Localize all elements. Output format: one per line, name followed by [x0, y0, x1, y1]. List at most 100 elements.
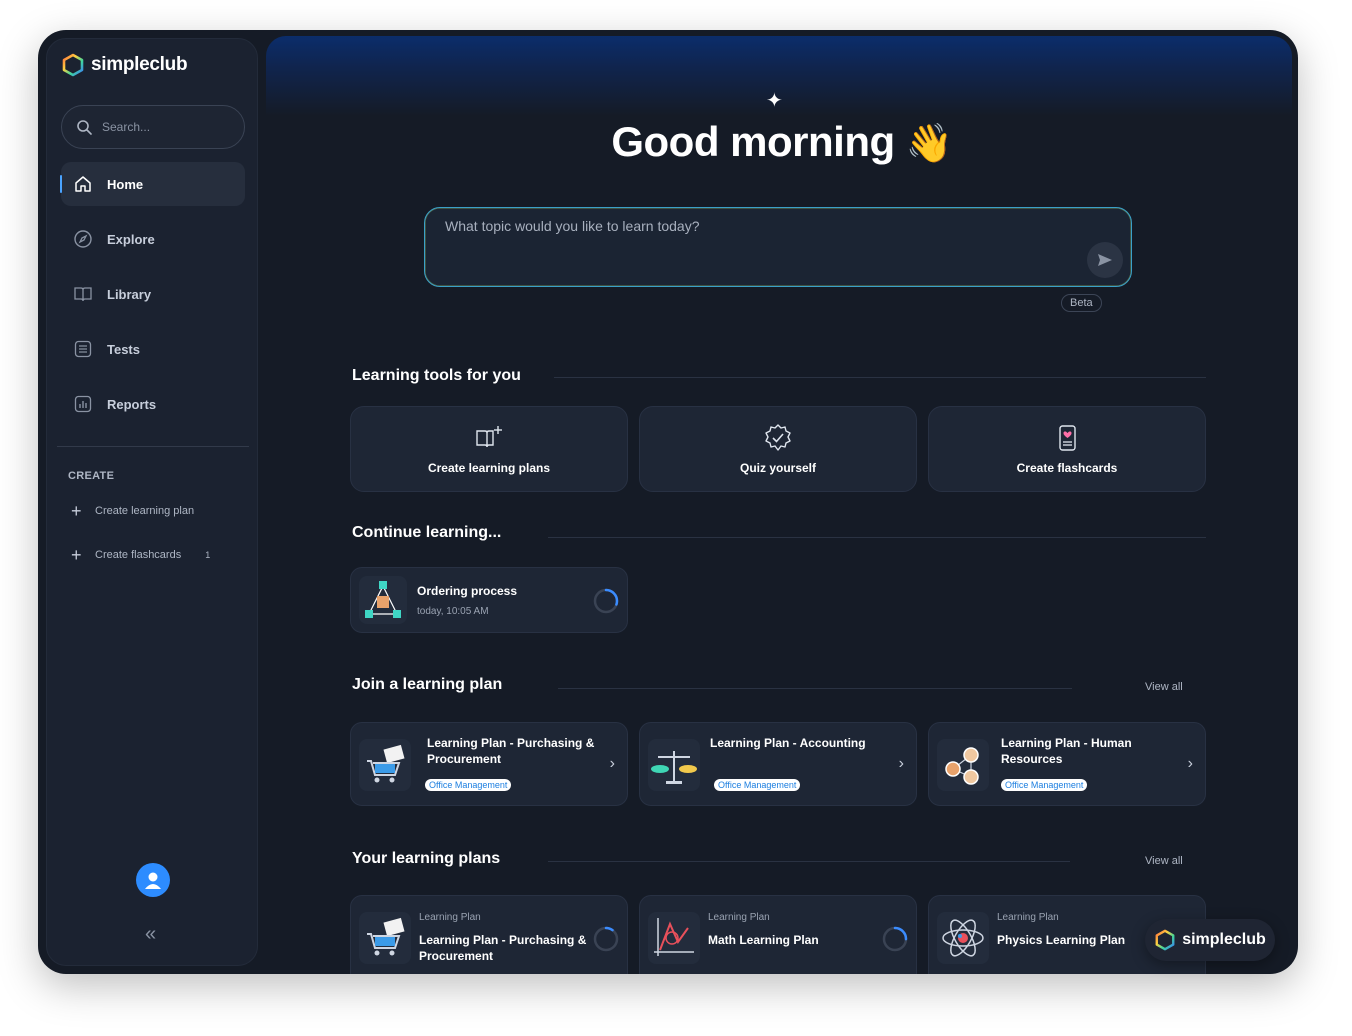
send-icon [1098, 254, 1112, 266]
atom-icon [942, 919, 984, 957]
join-plan-card[interactable]: Learning Plan - Purchasing & Procurement… [350, 722, 628, 806]
sidebar: simpleclub Home Explore Library Tests [46, 38, 258, 966]
people-thumbnail [937, 739, 989, 791]
plus-icon: + [71, 545, 82, 565]
category-tag: Office Management [1001, 779, 1088, 791]
progress-ring [593, 588, 619, 614]
brand-logo[interactable]: simpleclub [61, 53, 188, 77]
progress-ring [593, 926, 619, 952]
nav-explore[interactable]: Explore [61, 217, 245, 261]
brand-badge-name: simpleclub [1182, 931, 1266, 948]
category-tag: Office Management [714, 779, 801, 791]
math-thumbnail [648, 912, 700, 964]
section-divider [548, 861, 1070, 862]
quiz-yourself-card[interactable]: Quiz yourself [639, 406, 917, 492]
user-avatar[interactable] [136, 863, 170, 897]
compass-icon [74, 230, 92, 248]
send-button[interactable] [1087, 242, 1123, 278]
category-tag: Office Management [425, 779, 512, 791]
join-plan-title: Join a learning plan [352, 676, 503, 693]
tool-label: Create learning plans [427, 461, 551, 475]
sparkle-icon: ✦ [766, 90, 783, 112]
book-icon [74, 287, 92, 302]
beta-badge: Beta [1061, 294, 1102, 312]
section-divider [558, 688, 1072, 689]
physics-thumbnail [937, 912, 989, 964]
search-input[interactable] [102, 120, 232, 134]
balance-scale-icon [651, 751, 697, 784]
plan-kind: Learning Plan [708, 912, 770, 923]
bar-chart-icon [74, 395, 92, 413]
create-flashcards-card[interactable]: Create flashcards [928, 406, 1206, 492]
join-view-all-link[interactable]: View all [1145, 681, 1183, 693]
learning-tools-title: Learning tools for you [352, 367, 521, 384]
brand-badge[interactable]: simpleclub [1145, 919, 1275, 961]
sidebar-divider [57, 446, 249, 447]
checklist-icon [74, 340, 92, 358]
create-learning-plan-label: Create learning plan [95, 505, 195, 517]
create-section-title: CREATE [68, 470, 115, 482]
check-badge-icon [765, 424, 791, 451]
plus-icon: + [71, 501, 82, 521]
nav-library[interactable]: Library [61, 272, 245, 316]
ordering-process-thumbnail [359, 576, 407, 624]
user-icon [145, 872, 161, 889]
plan-title: Learning Plan - Purchasing & Procurement [427, 736, 595, 766]
create-flashcards-label: Create flashcards [95, 549, 182, 561]
shopping-cart-icon [367, 917, 405, 956]
nav-home[interactable]: Home [60, 162, 245, 206]
join-plan-card[interactable]: Learning Plan - Accounting Office Manage… [639, 722, 917, 806]
your-plans-title: Your learning plans [352, 850, 501, 867]
my-plan-card[interactable]: Learning Plan Math Learning Plan [639, 895, 917, 974]
tool-label: Create flashcards [1016, 461, 1118, 475]
plan-kind: Learning Plan [419, 912, 481, 923]
create-learning-plans-card[interactable]: Create learning plans [350, 406, 628, 492]
waving-hand-icon: 👋 [905, 123, 953, 165]
create-flashcards-badge: 1 [205, 550, 211, 560]
progress-ring [882, 926, 908, 952]
topic-prompt-box[interactable] [424, 207, 1132, 287]
nav-reports-label: Reports [107, 396, 157, 412]
plan-title: Learning Plan - Accounting [710, 736, 866, 750]
join-plan-card[interactable]: Learning Plan - Human Resources Office M… [928, 722, 1206, 806]
network-diagram-icon [365, 581, 401, 618]
main-content: ✦ Good morning 👋 Beta Learning tools for… [266, 30, 1298, 974]
scale-thumbnail [648, 739, 700, 791]
collapse-sidebar-icon[interactable]: « [145, 923, 156, 946]
search-bar[interactable] [61, 105, 245, 149]
book-plus-icon [476, 426, 502, 448]
nav-reports[interactable]: Reports [61, 382, 245, 426]
math-graph-icon [654, 918, 694, 956]
section-divider [554, 377, 1206, 378]
chevron-right-icon: › [609, 755, 615, 772]
simpleclub-logo-icon [1155, 929, 1175, 951]
flashcard-icon [1059, 425, 1076, 451]
greeting-heading: Good morning 👋 [266, 118, 1298, 166]
tool-label: Quiz yourself [739, 461, 816, 475]
plan-kind: Learning Plan [997, 912, 1059, 923]
my-plan-card[interactable]: Learning Plan Learning Plan - Purchasing… [350, 895, 628, 974]
plan-title: Learning Plan - Human Resources [1001, 736, 1132, 766]
continue-item-title: Ordering process [417, 584, 518, 598]
brand-name: simpleclub [91, 54, 188, 75]
nav-explore-label: Explore [107, 231, 155, 247]
create-learning-plan-link[interactable]: + Create learning plan [71, 502, 194, 520]
chevron-right-icon: › [898, 755, 904, 772]
app-window: simpleclub Home Explore Library Tests [38, 30, 1298, 974]
continue-item-time: today, 10:05 AM [417, 606, 489, 617]
simpleclub-logo-icon [62, 53, 84, 77]
create-flashcards-link[interactable]: + Create flashcards 1 [71, 546, 210, 564]
continue-learning-title: Continue learning... [352, 524, 502, 541]
topic-prompt-input[interactable] [445, 218, 1065, 248]
shopping-cart-icon [367, 744, 405, 783]
continue-card[interactable]: Ordering process today, 10:05 AM [350, 567, 628, 633]
search-icon [77, 120, 92, 135]
plan-title: Physics Learning Plan [997, 933, 1126, 947]
mine-view-all-link[interactable]: View all [1145, 855, 1183, 867]
nav-tests[interactable]: Tests [61, 327, 245, 371]
section-divider [548, 537, 1206, 538]
nav-tests-label: Tests [107, 341, 140, 357]
people-network-icon [945, 747, 979, 785]
shopping-cart-thumbnail [359, 739, 411, 791]
plan-title: Learning Plan - Purchasing & Procurement [419, 933, 587, 963]
